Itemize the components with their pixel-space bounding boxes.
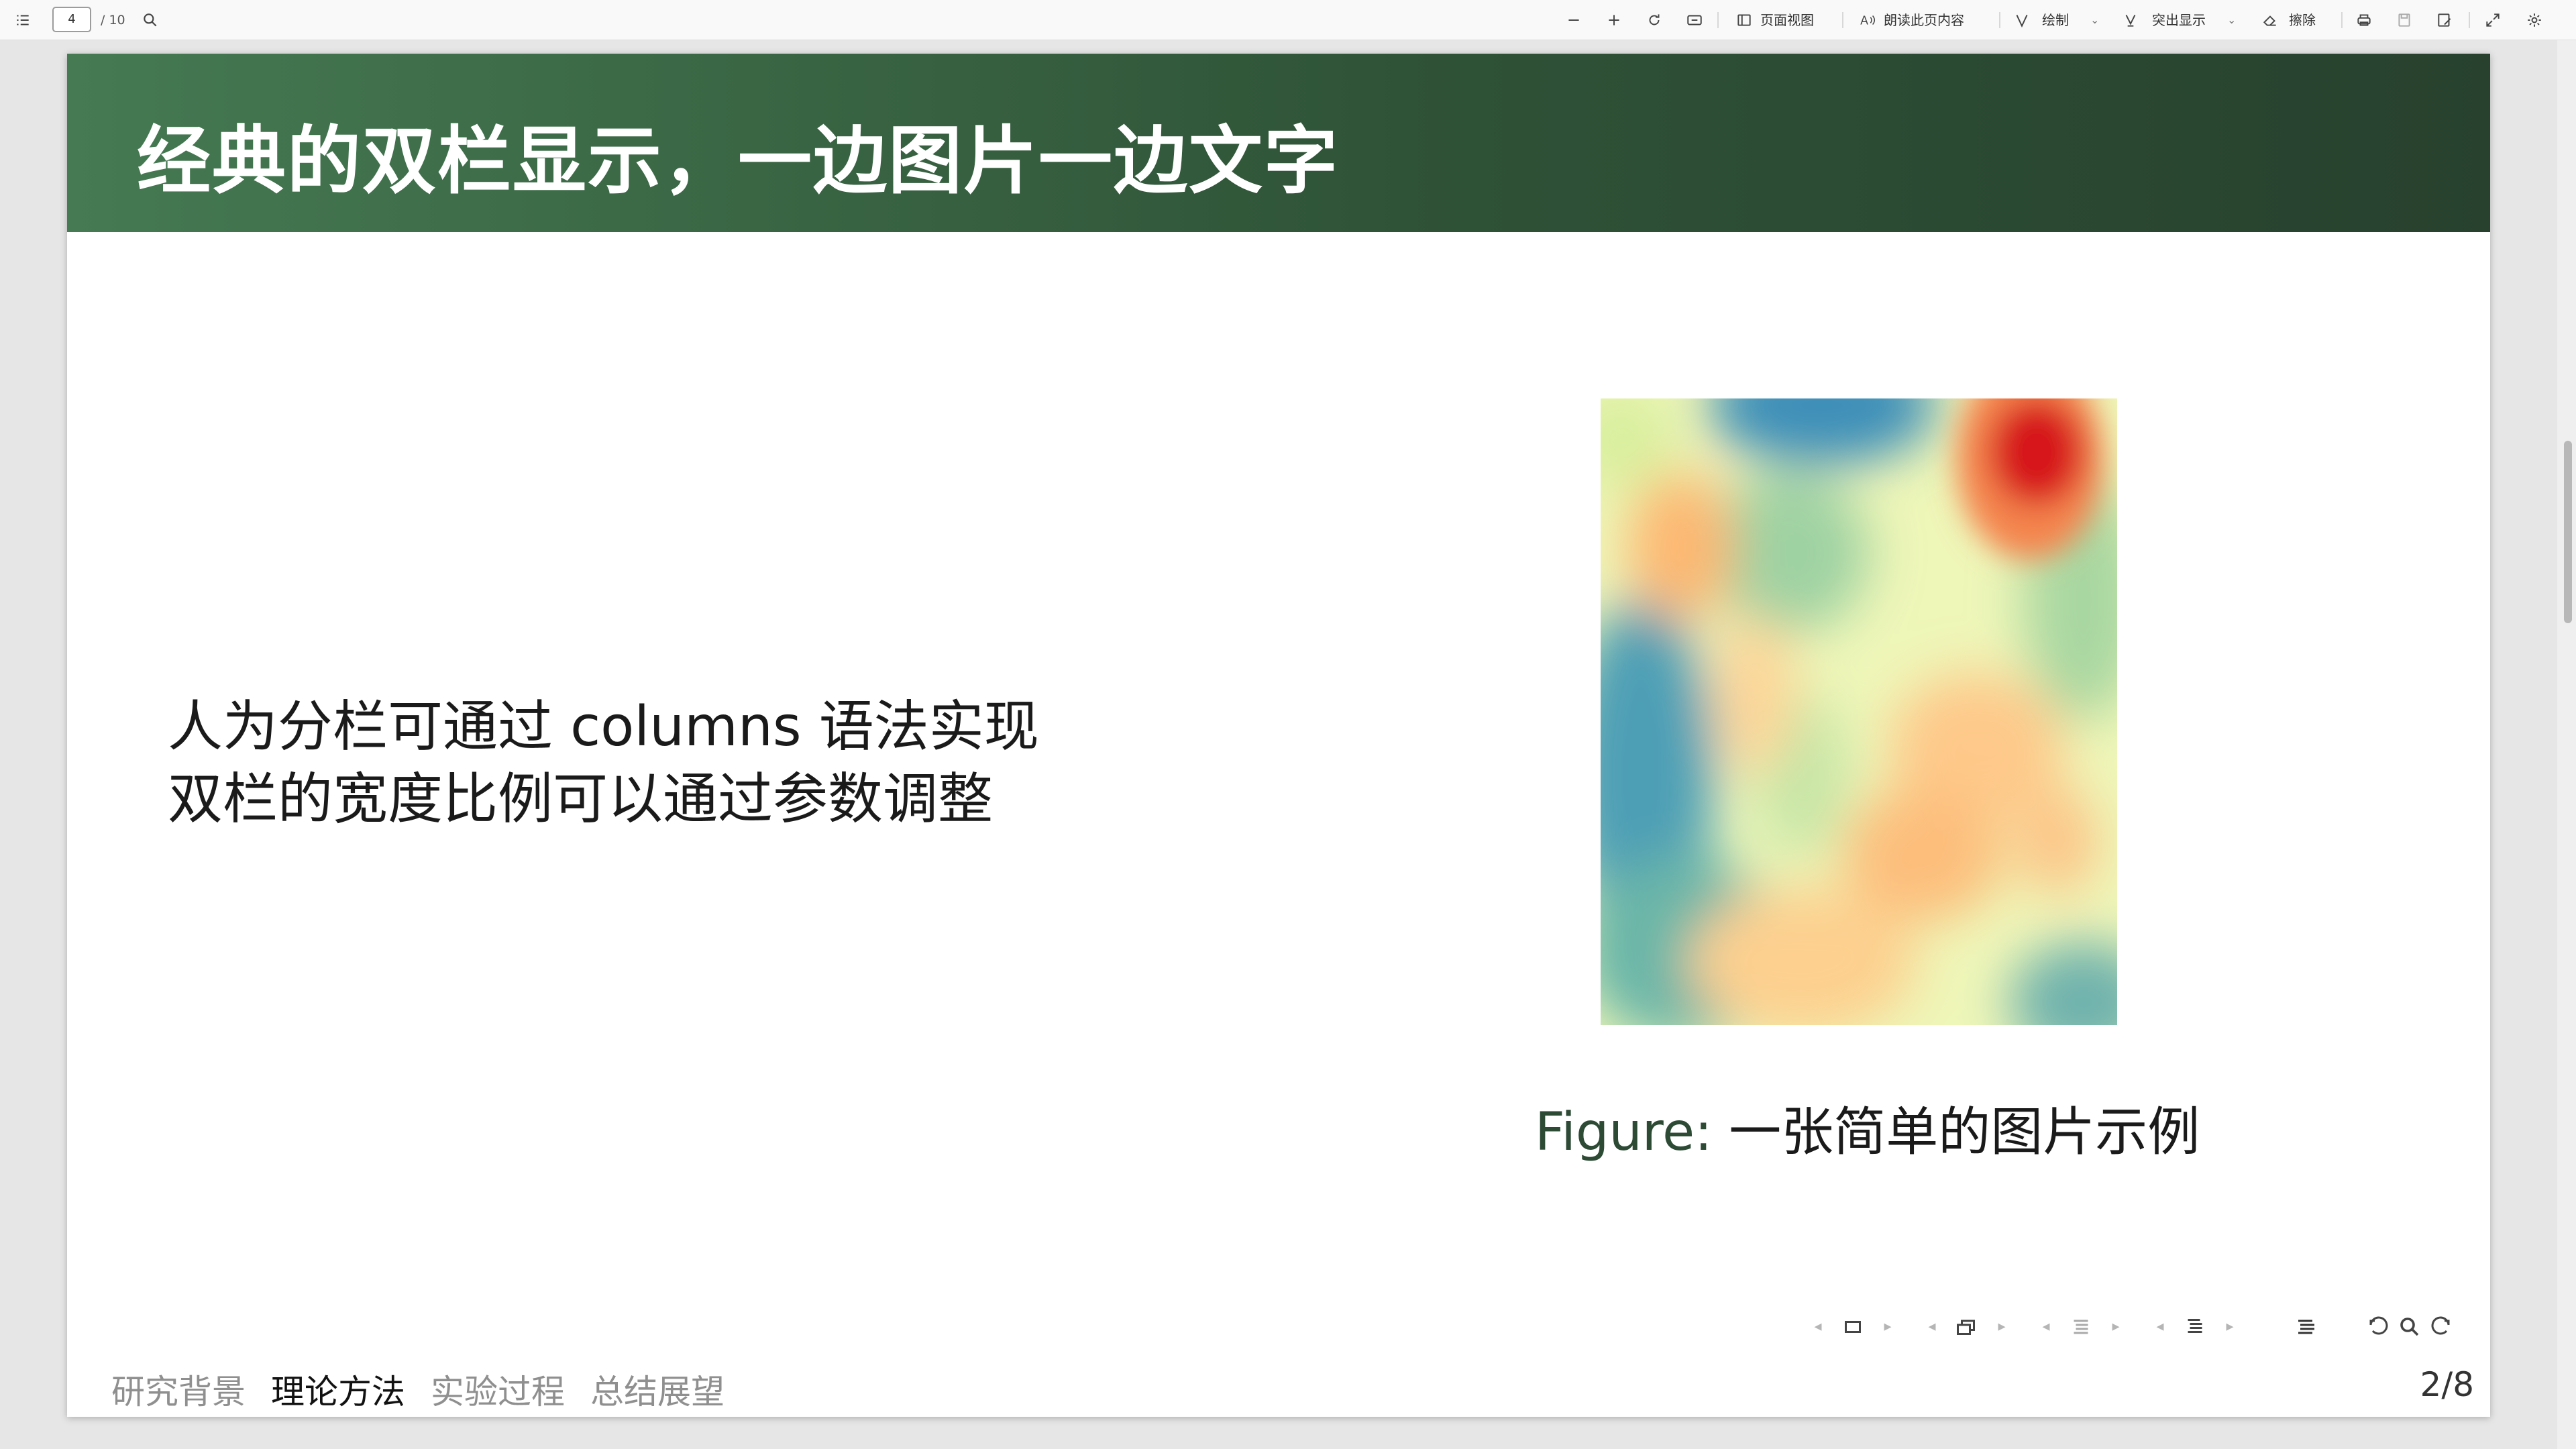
slide-page: 经典的双栏显示，一边图片一边文字 人为分栏可通过 columns 语法实现 双栏… xyxy=(67,54,2490,1417)
section-link-background[interactable]: 研究背景 xyxy=(111,1373,246,1411)
vertical-scrollbar[interactable] xyxy=(2557,40,2576,1449)
rotate-icon[interactable] xyxy=(1644,9,1665,31)
settings-gear-icon[interactable] xyxy=(2524,9,2545,31)
draw-button[interactable]: 绘制 xyxy=(2042,0,2069,40)
table-of-contents-icon[interactable] xyxy=(12,9,34,31)
scrollbar-thumb[interactable] xyxy=(2564,441,2572,623)
section-navigation-footer: 研究背景 理论方法 实验过程 总结展望 xyxy=(111,1365,750,1413)
toolbar-divider xyxy=(1842,12,1843,28)
highlight-dropdown-chevron-icon[interactable]: ⌄ xyxy=(2227,0,2236,40)
caption-text: 一张简单的图片示例 xyxy=(1712,1102,2200,1163)
pdf-viewer-toolbar: 4 / 10 页面视图 A 朗读此页内容 绘制 ⌄ 突出显示 ⌄ 擦除 xyxy=(0,0,2576,40)
slide-page-counter: 2/8 xyxy=(2420,1365,2474,1404)
slide-body-text: 人为分栏可通过 columns 语法实现 双栏的宽度比例可以通过参数调整 xyxy=(168,691,1039,836)
document-lines-icon[interactable] xyxy=(2182,1313,2208,1340)
erase-button[interactable]: 擦除 xyxy=(2289,0,2316,40)
page-number-input[interactable]: 4 xyxy=(52,7,91,32)
eraser-icon[interactable] xyxy=(2259,9,2281,31)
zoom-out-icon[interactable] xyxy=(1563,9,1585,31)
nav-next-arrow-icon[interactable]: ▸ xyxy=(2102,1313,2129,1340)
figure-caption: Figure: 一张简单的图片示例 xyxy=(1535,1090,2200,1165)
stacked-frames-icon[interactable] xyxy=(1953,1313,1980,1340)
forward-arrow-icon[interactable] xyxy=(2427,1313,2454,1340)
heatmap-figure-image xyxy=(1601,398,2117,1025)
draw-dropdown-chevron-icon[interactable]: ⌄ xyxy=(2090,0,2099,40)
search-zoom-icon[interactable] xyxy=(2396,1313,2423,1340)
draw-icon[interactable] xyxy=(2011,9,2033,31)
nav-prev-arrow-icon[interactable]: ◂ xyxy=(2147,1313,2174,1340)
slide-header-bar: 经典的双栏显示，一边图片一边文字 xyxy=(67,54,2490,232)
section-lines-icon[interactable] xyxy=(2068,1313,2094,1340)
appendix-lines-icon[interactable] xyxy=(2293,1313,2320,1340)
body-line: 人为分栏可通过 columns 语法实现 xyxy=(168,695,1039,759)
frame-icon[interactable] xyxy=(1839,1313,1866,1340)
toolbar-divider xyxy=(1717,12,1719,28)
page-view-button[interactable]: 页面视图 xyxy=(1760,0,1814,40)
section-link-summary[interactable]: 总结展望 xyxy=(590,1373,724,1411)
save-icon[interactable] xyxy=(2394,9,2415,31)
caption-prefix: Figure: xyxy=(1535,1102,1713,1163)
toolbar-divider xyxy=(2469,12,2470,28)
highlight-icon[interactable] xyxy=(2120,9,2141,31)
page-total-label: / 10 xyxy=(101,13,125,28)
svg-text:A: A xyxy=(1860,15,1868,28)
print-icon[interactable] xyxy=(2353,9,2375,31)
back-arrow-icon[interactable] xyxy=(2365,1313,2392,1340)
zoom-in-icon[interactable] xyxy=(1603,9,1625,31)
body-line: 双栏的宽度比例可以通过参数调整 xyxy=(168,767,994,831)
section-link-experiment[interactable]: 实验过程 xyxy=(431,1373,565,1411)
nav-next-arrow-icon[interactable]: ▸ xyxy=(1874,1313,1901,1340)
nav-prev-arrow-icon[interactable]: ◂ xyxy=(1919,1313,1945,1340)
save-as-icon[interactable] xyxy=(2434,9,2455,31)
fullscreen-icon[interactable] xyxy=(2482,9,2504,31)
section-link-theory[interactable]: 理论方法 xyxy=(271,1373,405,1411)
highlight-button[interactable]: 突出显示 xyxy=(2152,0,2206,40)
nav-prev-arrow-icon[interactable]: ◂ xyxy=(2033,1313,2059,1340)
page-view-icon[interactable] xyxy=(1733,9,1755,31)
read-aloud-icon[interactable]: A xyxy=(1857,9,1878,31)
nav-next-arrow-icon[interactable]: ▸ xyxy=(1988,1313,2015,1340)
search-icon[interactable] xyxy=(140,9,161,31)
toolbar-divider xyxy=(1999,12,2000,28)
nav-next-arrow-icon[interactable]: ▸ xyxy=(2216,1313,2243,1340)
nav-prev-arrow-icon[interactable]: ◂ xyxy=(1805,1313,1831,1340)
toolbar-divider xyxy=(2341,12,2343,28)
read-aloud-button[interactable]: 朗读此页内容 xyxy=(1884,0,1964,40)
slide-title: 经典的双栏显示，一边图片一边文字 xyxy=(137,118,1339,204)
fit-page-icon[interactable] xyxy=(1684,9,1705,31)
